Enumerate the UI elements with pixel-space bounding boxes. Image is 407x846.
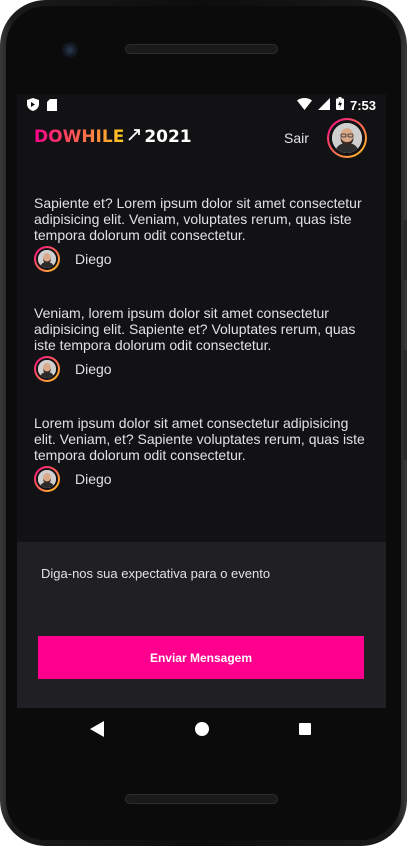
wifi-icon — [296, 97, 312, 113]
message-item: Lorem ipsum dolor sit amet consectetur a… — [34, 415, 374, 525]
message-author: Diego — [34, 246, 374, 272]
message-item: Veniam, lorem ipsum dolor sit amet conse… — [34, 305, 374, 415]
android-nav-bar — [17, 708, 386, 750]
author-avatar — [34, 356, 60, 382]
power-button — [403, 350, 407, 460]
home-icon[interactable] — [195, 722, 209, 736]
app-screen: 7:53 DOWHILE 2021 Sair Sapiente et? Lore… — [17, 94, 386, 708]
back-icon[interactable] — [90, 721, 104, 742]
author-name: Diego — [75, 361, 112, 377]
top-speaker — [125, 44, 278, 54]
message-text: Sapiente et? Lorem ipsum dolor sit amet … — [34, 195, 362, 243]
message-text: Veniam, lorem ipsum dolor sit amet conse… — [34, 305, 356, 353]
message-author: Diego — [34, 466, 374, 492]
status-bar: 7:53 — [17, 94, 386, 116]
dowhile-logo: DOWHILE 2021 — [34, 127, 192, 147]
logo-year: 2021 — [144, 127, 192, 147]
message-list: Sapiente et? Lorem ipsum dolor sit amet … — [34, 195, 374, 525]
compose-area: Enviar Mensagem — [17, 542, 386, 708]
author-avatar — [34, 466, 60, 492]
message-item: Sapiente et? Lorem ipsum dolor sit amet … — [34, 195, 374, 305]
message-text: Lorem ipsum dolor sit amet consectetur a… — [34, 415, 365, 463]
spark-icon — [128, 128, 141, 146]
user-avatar[interactable] — [327, 118, 367, 158]
author-avatar — [34, 246, 60, 272]
volume-button — [403, 220, 407, 280]
author-name: Diego — [75, 471, 112, 487]
signal-icon — [317, 97, 330, 113]
send-message-button[interactable]: Enviar Mensagem — [38, 636, 364, 679]
signout-button[interactable]: Sair — [284, 130, 309, 146]
battery-charging-icon — [335, 97, 344, 113]
recents-icon[interactable] — [299, 723, 311, 735]
shield-icon — [27, 98, 39, 114]
message-author: Diego — [34, 356, 374, 382]
message-input[interactable] — [33, 560, 363, 630]
author-name: Diego — [75, 251, 112, 267]
app-header: DOWHILE 2021 Sair — [17, 116, 386, 166]
phone-frame: 7:53 DOWHILE 2021 Sair Sapiente et? Lore… — [0, 0, 407, 846]
status-time: 7:53 — [349, 97, 376, 113]
front-camera — [62, 42, 78, 58]
sim-card-icon — [47, 98, 57, 114]
bottom-speaker — [125, 794, 278, 804]
logo-text: DOWHILE — [34, 127, 125, 147]
